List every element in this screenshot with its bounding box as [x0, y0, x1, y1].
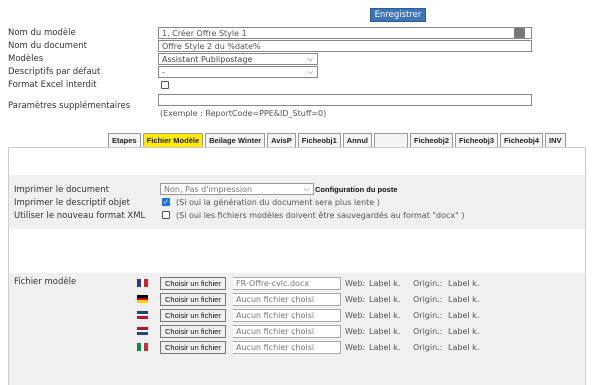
model-name-label: Nom du modèle — [8, 28, 76, 38]
origin-value: Label k. — [448, 311, 480, 320]
web-label: Web: — [345, 279, 366, 288]
print-doc-select[interactable]: Non, Pas d'impression ⌵ — [160, 183, 314, 195]
save-button[interactable]: Enregistrer — [370, 8, 426, 22]
settings-icon[interactable] — [514, 28, 525, 38]
excel-forbidden-checkbox[interactable] — [161, 81, 169, 89]
config-poste-link[interactable]: Configuration du poste — [315, 185, 398, 194]
origin-label: Origin.: — [413, 327, 443, 336]
flag-de-icon — [137, 295, 148, 304]
origin-value: Label k. — [448, 295, 480, 304]
print-desc-hint: (Si oui la génération du document sera p… — [176, 198, 380, 207]
choose-file-button[interactable]: Choisir un fichier — [160, 309, 226, 322]
flag-it-icon — [137, 343, 149, 351]
default-desc-label: Descriptifs par défaut — [8, 67, 101, 77]
doc-name-input[interactable]: Offre Style 2 du %date% — [158, 40, 532, 52]
flag-uk-icon — [137, 311, 148, 320]
file-name-display: FR-Offre-cvlc.docx — [233, 277, 341, 290]
default-desc-select-value: - — [162, 67, 165, 77]
choose-file-button[interactable]: Choisir un fichier — [160, 277, 226, 290]
web-label: Web: — [345, 343, 366, 352]
tab-inv[interactable]: INV — [545, 133, 566, 147]
doc-name-label: Nom du document — [8, 41, 87, 51]
tab-ficheobj3[interactable]: Ficheobj3 — [455, 133, 499, 147]
web-label: Web: — [345, 311, 366, 320]
xml-format-label: Utiliser le nouveau format XML — [14, 211, 146, 221]
files-label: Fichier modèle — [14, 277, 77, 287]
chevron-down-icon: ⌵ — [303, 184, 309, 193]
model-name-input[interactable]: 1. Créer Offre Style 1 — [158, 27, 532, 39]
extra-params-input[interactable] — [158, 94, 532, 106]
extra-params-hint: (Exemple : ReportCode=PPE&ID_Stuff=0) — [160, 109, 327, 118]
web-value: Label k. — [369, 327, 401, 336]
tab-annul[interactable]: Annul — [342, 133, 372, 147]
default-desc-select[interactable]: - ⌵ — [158, 66, 318, 78]
file-name-display: Aucun fichier choisi — [233, 341, 341, 354]
web-label: Web: — [345, 327, 366, 336]
chevron-down-icon: ⌵ — [307, 54, 313, 63]
choose-file-button[interactable]: Choisir un fichier — [160, 341, 226, 354]
print-doc-select-value: Non, Pas d'impression — [164, 184, 253, 194]
origin-label: Origin.: — [413, 279, 443, 288]
models-label: Modèles — [8, 54, 44, 64]
tab-ficheobj2[interactable]: Ficheobj2 — [410, 133, 454, 147]
xml-format-checkbox[interactable] — [162, 211, 170, 219]
xml-format-hint: (Si oui les fichiers modèles doivent êtr… — [176, 211, 465, 220]
tab-ficheobj1[interactable]: Ficheobj1 — [297, 133, 341, 147]
choose-file-button[interactable]: Choisir un fichier — [160, 293, 226, 306]
web-value: Label k. — [369, 295, 401, 304]
choose-file-button[interactable]: Choisir un fichier — [160, 325, 226, 338]
web-value: Label k. — [369, 343, 401, 352]
excel-forbidden-label: Format Excel interdit — [8, 80, 97, 90]
tab-bar: Etapes Fichier Modèle Beilage Winter Avi… — [108, 133, 568, 147]
file-name-display: Aucun fichier choisi — [233, 325, 341, 338]
models-select[interactable]: Assistant Publipostage ⌵ — [158, 53, 318, 65]
tab-fichier-modele[interactable]: Fichier Modèle — [142, 133, 204, 147]
origin-label: Origin.: — [413, 295, 443, 304]
flag-nl-icon — [137, 327, 148, 336]
origin-label: Origin.: — [413, 343, 443, 352]
models-select-value: Assistant Publipostage — [162, 54, 253, 64]
print-desc-checkbox[interactable]: ✓ — [162, 198, 170, 206]
web-label: Web: — [345, 295, 366, 304]
print-doc-label: Imprimer le document — [14, 185, 109, 195]
origin-label: Origin.: — [413, 311, 443, 320]
extra-params-label: Paramètres supplémentaires — [8, 101, 131, 111]
chevron-down-icon: ⌵ — [307, 67, 313, 76]
origin-value: Label k. — [448, 343, 480, 352]
origin-value: Label k. — [448, 279, 480, 288]
flag-fr-icon — [137, 279, 149, 287]
tab-blank[interactable] — [374, 133, 408, 147]
tab-beilage-winter[interactable]: Beilage Winter — [205, 133, 266, 147]
file-name-display: Aucun fichier choisi — [233, 293, 341, 306]
tab-avisp[interactable]: AvisP — [267, 133, 296, 147]
origin-value: Label k. — [448, 327, 480, 336]
tab-ficheobj4[interactable]: Ficheobj4 — [500, 133, 544, 147]
print-desc-label: Imprimer le descriptif objet — [14, 198, 130, 208]
file-name-display: Aucun fichier choisi — [233, 309, 341, 322]
web-value: Label k. — [369, 279, 401, 288]
tab-etapes[interactable]: Etapes — [108, 133, 141, 147]
web-value: Label k. — [369, 311, 401, 320]
